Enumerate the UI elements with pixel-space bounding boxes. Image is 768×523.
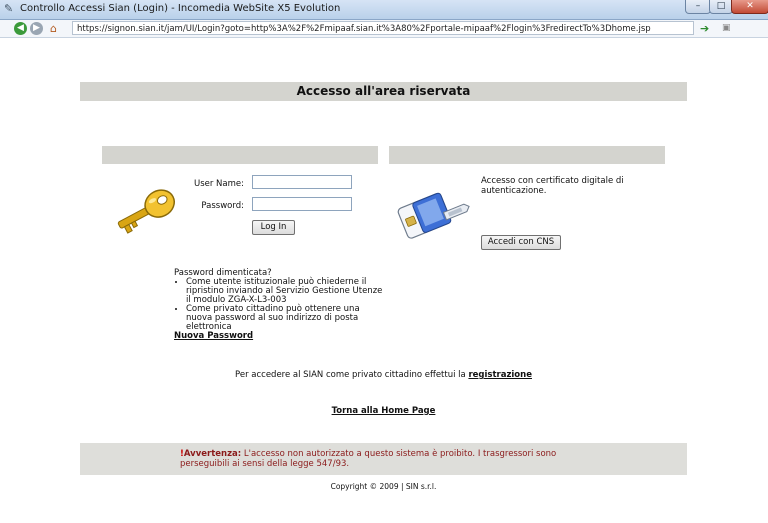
home-page-link[interactable]: Torna alla Home Page bbox=[80, 406, 687, 416]
page-header: Accesso all'area riservata bbox=[80, 82, 687, 101]
page-title: Accesso all'area riservata bbox=[296, 84, 471, 98]
list-item: Come privato cittadino può ottenere una … bbox=[186, 305, 384, 332]
key-icon bbox=[117, 189, 175, 234]
cns-login-button[interactable]: Accedi con CNS bbox=[481, 235, 561, 250]
warning-label: Avvertenza: bbox=[183, 449, 242, 459]
minimize-button[interactable]: – bbox=[685, 0, 711, 14]
registration-text: Per accedere al SIAN come privato cittad… bbox=[235, 370, 469, 380]
forgot-password-list: Come utente istituzionale può chiederne … bbox=[174, 278, 384, 332]
back-icon[interactable]: ◀ bbox=[14, 22, 27, 35]
copyright: Copyright © 2009 | SIN s.r.l. bbox=[330, 482, 437, 491]
window-titlebar: ✎ Controllo Accessi Sian (Login) - Incom… bbox=[0, 0, 768, 20]
window-title: Controllo Accessi Sian (Login) - Incomed… bbox=[20, 3, 341, 14]
smart-card-icon bbox=[397, 192, 470, 239]
registration-link[interactable]: registrazione bbox=[468, 370, 532, 380]
stop-icon[interactable]: ▣ bbox=[722, 23, 733, 34]
username-input[interactable] bbox=[252, 175, 352, 189]
maximize-button[interactable]: □ bbox=[709, 0, 733, 14]
forward-icon[interactable]: ▶ bbox=[30, 22, 43, 35]
url-field[interactable]: https://signon.sian.it/jam/UI/Login?goto… bbox=[72, 21, 694, 35]
close-button[interactable]: ✕ bbox=[731, 0, 768, 14]
registration-note: Per accedere al SIAN come privato cittad… bbox=[80, 370, 687, 380]
go-arrow-icon[interactable]: ➔ bbox=[700, 22, 714, 35]
password-input[interactable] bbox=[252, 197, 352, 211]
new-password-link[interactable]: Nuova Password bbox=[174, 331, 253, 341]
login-panel-bar bbox=[102, 146, 378, 164]
warning-box: !Avvertenza: L'accesso non autorizzato a… bbox=[80, 443, 687, 475]
certificate-description: Accesso con certificato digitale di aute… bbox=[481, 176, 624, 196]
list-item-text: Come privato cittadino può ottenere una … bbox=[186, 304, 360, 332]
forgot-password-section: Password dimenticata? Come utente istitu… bbox=[174, 269, 384, 341]
login-button[interactable]: Log In bbox=[252, 220, 295, 235]
address-bar: ◀ ▶ ⌂ https://signon.sian.it/jam/UI/Logi… bbox=[0, 20, 768, 38]
username-label: User Name: bbox=[193, 179, 244, 189]
app-icon: ✎ bbox=[4, 2, 14, 15]
home-icon[interactable]: ⌂ bbox=[50, 22, 64, 35]
list-item: Come utente istituzionale può chiederne … bbox=[186, 278, 384, 305]
certificate-panel-bar bbox=[389, 146, 665, 164]
warning-message: !Avvertenza: L'accesso non autorizzato a… bbox=[180, 449, 560, 469]
password-label: Password: bbox=[201, 201, 244, 211]
